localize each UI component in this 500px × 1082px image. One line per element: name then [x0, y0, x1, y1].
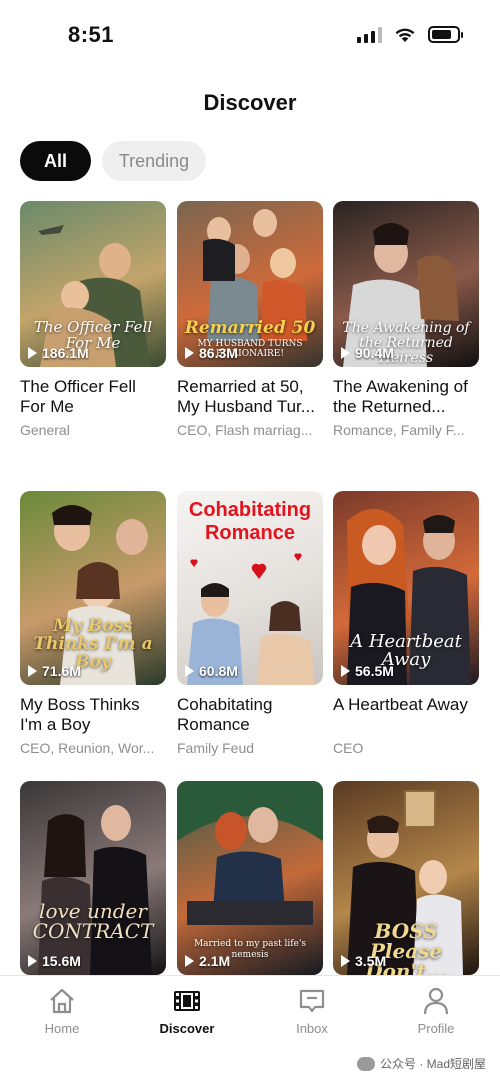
poster-title-text: love under CONTRACT [32, 899, 154, 943]
view-count: 2.1M [185, 953, 230, 969]
filter-chips: All Trending [20, 141, 206, 181]
cellular-signal-icon [357, 26, 382, 43]
page-title: Discover [203, 90, 297, 115]
poster-art [187, 553, 315, 685]
view-count-value: 71.6M [42, 663, 81, 679]
inbox-icon [299, 989, 325, 1013]
tab-bar: Home Discover Inbox Profile 公众号 · Mad短剧屋 [0, 975, 500, 1082]
profile-icon [423, 987, 449, 1015]
drama-card[interactable]: Cohabitating Romance 60.8M Cohabitating … [177, 491, 323, 756]
tab-label: Profile [417, 1021, 455, 1036]
tab-home[interactable]: Home [12, 986, 112, 1036]
status-icons [357, 26, 463, 43]
filter-chip-all[interactable]: All [20, 141, 91, 181]
play-icon [341, 347, 350, 359]
view-count: 3.5M [341, 953, 386, 969]
view-count: 56.5M [341, 663, 394, 679]
drama-tags: CEO [333, 740, 364, 756]
drama-poster[interactable]: BOSS Please Don't... 3.5M [333, 781, 479, 975]
watermark: 公众号 · Mad短剧屋 [356, 1055, 486, 1072]
film-icon [174, 991, 200, 1011]
play-icon [28, 347, 37, 359]
drama-card[interactable]: The Awakening of the Returned Heiress 90… [333, 201, 479, 438]
play-icon [28, 955, 37, 967]
battery-icon [428, 26, 463, 43]
drama-tags: CEO, Flash marriag... [177, 422, 313, 438]
drama-poster[interactable]: Remarried 50 MY HUSBAND TURNS BILLIONAIR… [177, 201, 323, 367]
wifi-icon [395, 28, 415, 42]
tab-label: Inbox [296, 1021, 328, 1036]
drama-tags: Romance, Family F... [333, 422, 465, 438]
poster-art [38, 805, 152, 975]
play-icon [28, 665, 37, 677]
tab-discover[interactable]: Discover [137, 986, 237, 1036]
drama-title[interactable]: Remarried at 50, My Husband Tur... [177, 377, 323, 417]
view-count-value: 186.1M [42, 345, 89, 361]
drama-title[interactable]: The Awakening of the Returned... [333, 377, 479, 417]
drama-poster[interactable]: love under CONTRACT 15.6M [20, 781, 166, 975]
drama-card[interactable]: The Officer Fell For Me 186.1M The Offic… [20, 201, 166, 438]
view-count: 90.4M [341, 345, 394, 361]
drama-title[interactable]: Cohabitating Romance [177, 695, 323, 735]
view-count: 71.6M [28, 663, 81, 679]
view-count-value: 90.4M [355, 345, 394, 361]
view-count: 60.8M [185, 663, 238, 679]
view-count-value: 60.8M [199, 663, 238, 679]
poster-title-text: Remarried 50 [184, 318, 316, 338]
filter-chip-trending[interactable]: Trending [102, 141, 206, 181]
drama-poster[interactable]: Cohabitating Romance 60.8M [177, 491, 323, 685]
drama-tags: Family Feud [177, 740, 255, 756]
play-icon [185, 955, 194, 967]
drama-poster[interactable]: The Awakening of the Returned Heiress 90… [333, 201, 479, 367]
tab-label: Home [44, 1021, 80, 1036]
tab-inbox[interactable]: Inbox [262, 986, 362, 1036]
play-icon [185, 665, 194, 677]
discover-screen: 8:51 Discover All Trending The Officer F… [0, 0, 500, 1082]
drama-card[interactable]: love under CONTRACT 15.6M [20, 781, 166, 975]
drama-poster[interactable]: Married to my past life's nemesis 2.1M [177, 781, 323, 975]
watermark-text: 公众号 · Mad短剧屋 [379, 1057, 486, 1071]
drama-card[interactable]: Married to my past life's nemesis 2.1M [177, 781, 323, 975]
play-icon [341, 665, 350, 677]
drama-title[interactable]: The Officer Fell For Me [20, 377, 166, 417]
drama-poster[interactable]: My Boss Thinks I'm a Boy 71.6M [20, 491, 166, 685]
tab-label: Discover [159, 1021, 215, 1036]
drama-card[interactable]: My Boss Thinks I'm a Boy 71.6M My Boss T… [20, 491, 166, 756]
wechat-icon [356, 1056, 375, 1071]
drama-card[interactable]: A Heartbeat Away 56.5M A Heartbeat Away … [333, 491, 479, 756]
view-count: 86.3M [185, 345, 238, 361]
tab-profile[interactable]: Profile [386, 986, 486, 1036]
play-icon [341, 955, 350, 967]
drama-title[interactable]: My Boss Thinks I'm a Boy [20, 695, 166, 735]
view-count: 186.1M [28, 345, 89, 361]
play-icon [185, 347, 194, 359]
drama-poster[interactable]: A Heartbeat Away 56.5M [333, 491, 479, 685]
view-count-value: 86.3M [199, 345, 238, 361]
drama-poster[interactable]: The Officer Fell For Me 186.1M [20, 201, 166, 367]
status-bar: 8:51 [0, 0, 500, 74]
view-count-value: 15.6M [42, 953, 81, 969]
drama-card[interactable]: Remarried 50 MY HUSBAND TURNS BILLIONAIR… [177, 201, 323, 438]
drama-title[interactable]: A Heartbeat Away [333, 695, 479, 735]
home-icon [50, 988, 74, 1014]
drama-card[interactable]: BOSS Please Don't... 3.5M [333, 781, 479, 975]
view-count-value: 56.5M [355, 663, 394, 679]
view-count-value: 2.1M [199, 953, 231, 969]
view-count-value: 3.5M [355, 953, 387, 969]
status-time: 8:51 [68, 22, 115, 47]
view-count: 15.6M [28, 953, 81, 969]
drama-tags: General [20, 422, 70, 438]
drama-tags: CEO, Reunion, Wor... [20, 740, 155, 756]
